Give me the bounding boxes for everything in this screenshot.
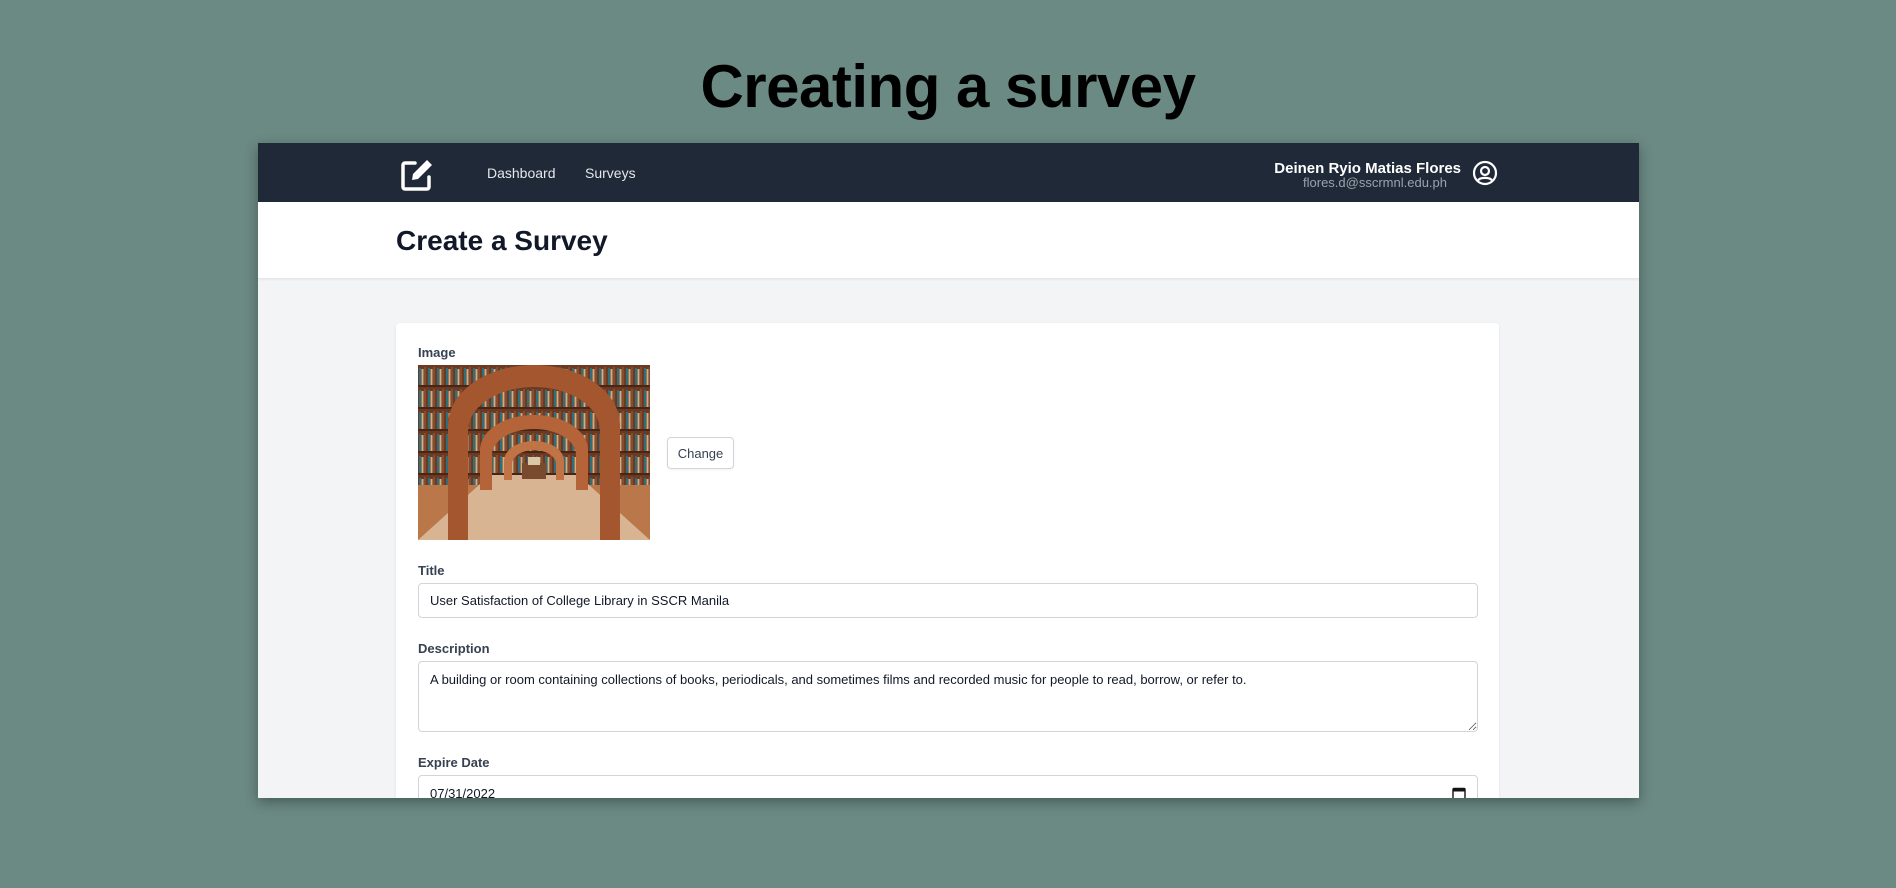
expire-date-label: Expire Date [418, 755, 490, 770]
description-input[interactable]: A building or room containing collection… [418, 661, 1478, 732]
page-title: Create a Survey [396, 225, 608, 256]
description-label: Description [418, 641, 490, 656]
calendar-icon[interactable] [1452, 786, 1466, 798]
user-circle-icon[interactable] [1472, 160, 1498, 186]
change-image-button[interactable]: Change [667, 437, 734, 469]
nav-surveys[interactable]: Surveys [585, 165, 636, 181]
user-email: flores.d@sscrmnl.edu.ph [1303, 175, 1447, 190]
page-headline: Creating a survey [700, 53, 1196, 120]
nav-dashboard[interactable]: Dashboard [487, 165, 556, 181]
survey-form: Image Change Title User Satisfaction of … [396, 323, 1499, 798]
survey-image [418, 365, 650, 540]
navbar: Dashboard Surveys Deinen Ryio Matias Flo… [258, 143, 1639, 202]
app-window: Dashboard Surveys Deinen Ryio Matias Flo… [258, 143, 1639, 798]
library-photo [418, 365, 650, 540]
expire-date-value: 07/31/2022 [430, 785, 496, 799]
title-input[interactable] [418, 583, 1478, 618]
title-label: Title [418, 563, 445, 578]
image-label: Image [418, 345, 456, 360]
edit-icon[interactable] [399, 157, 435, 193]
page-header: Create a Survey [258, 202, 1639, 279]
expire-date-input[interactable]: 07/31/2022 [418, 775, 1478, 798]
